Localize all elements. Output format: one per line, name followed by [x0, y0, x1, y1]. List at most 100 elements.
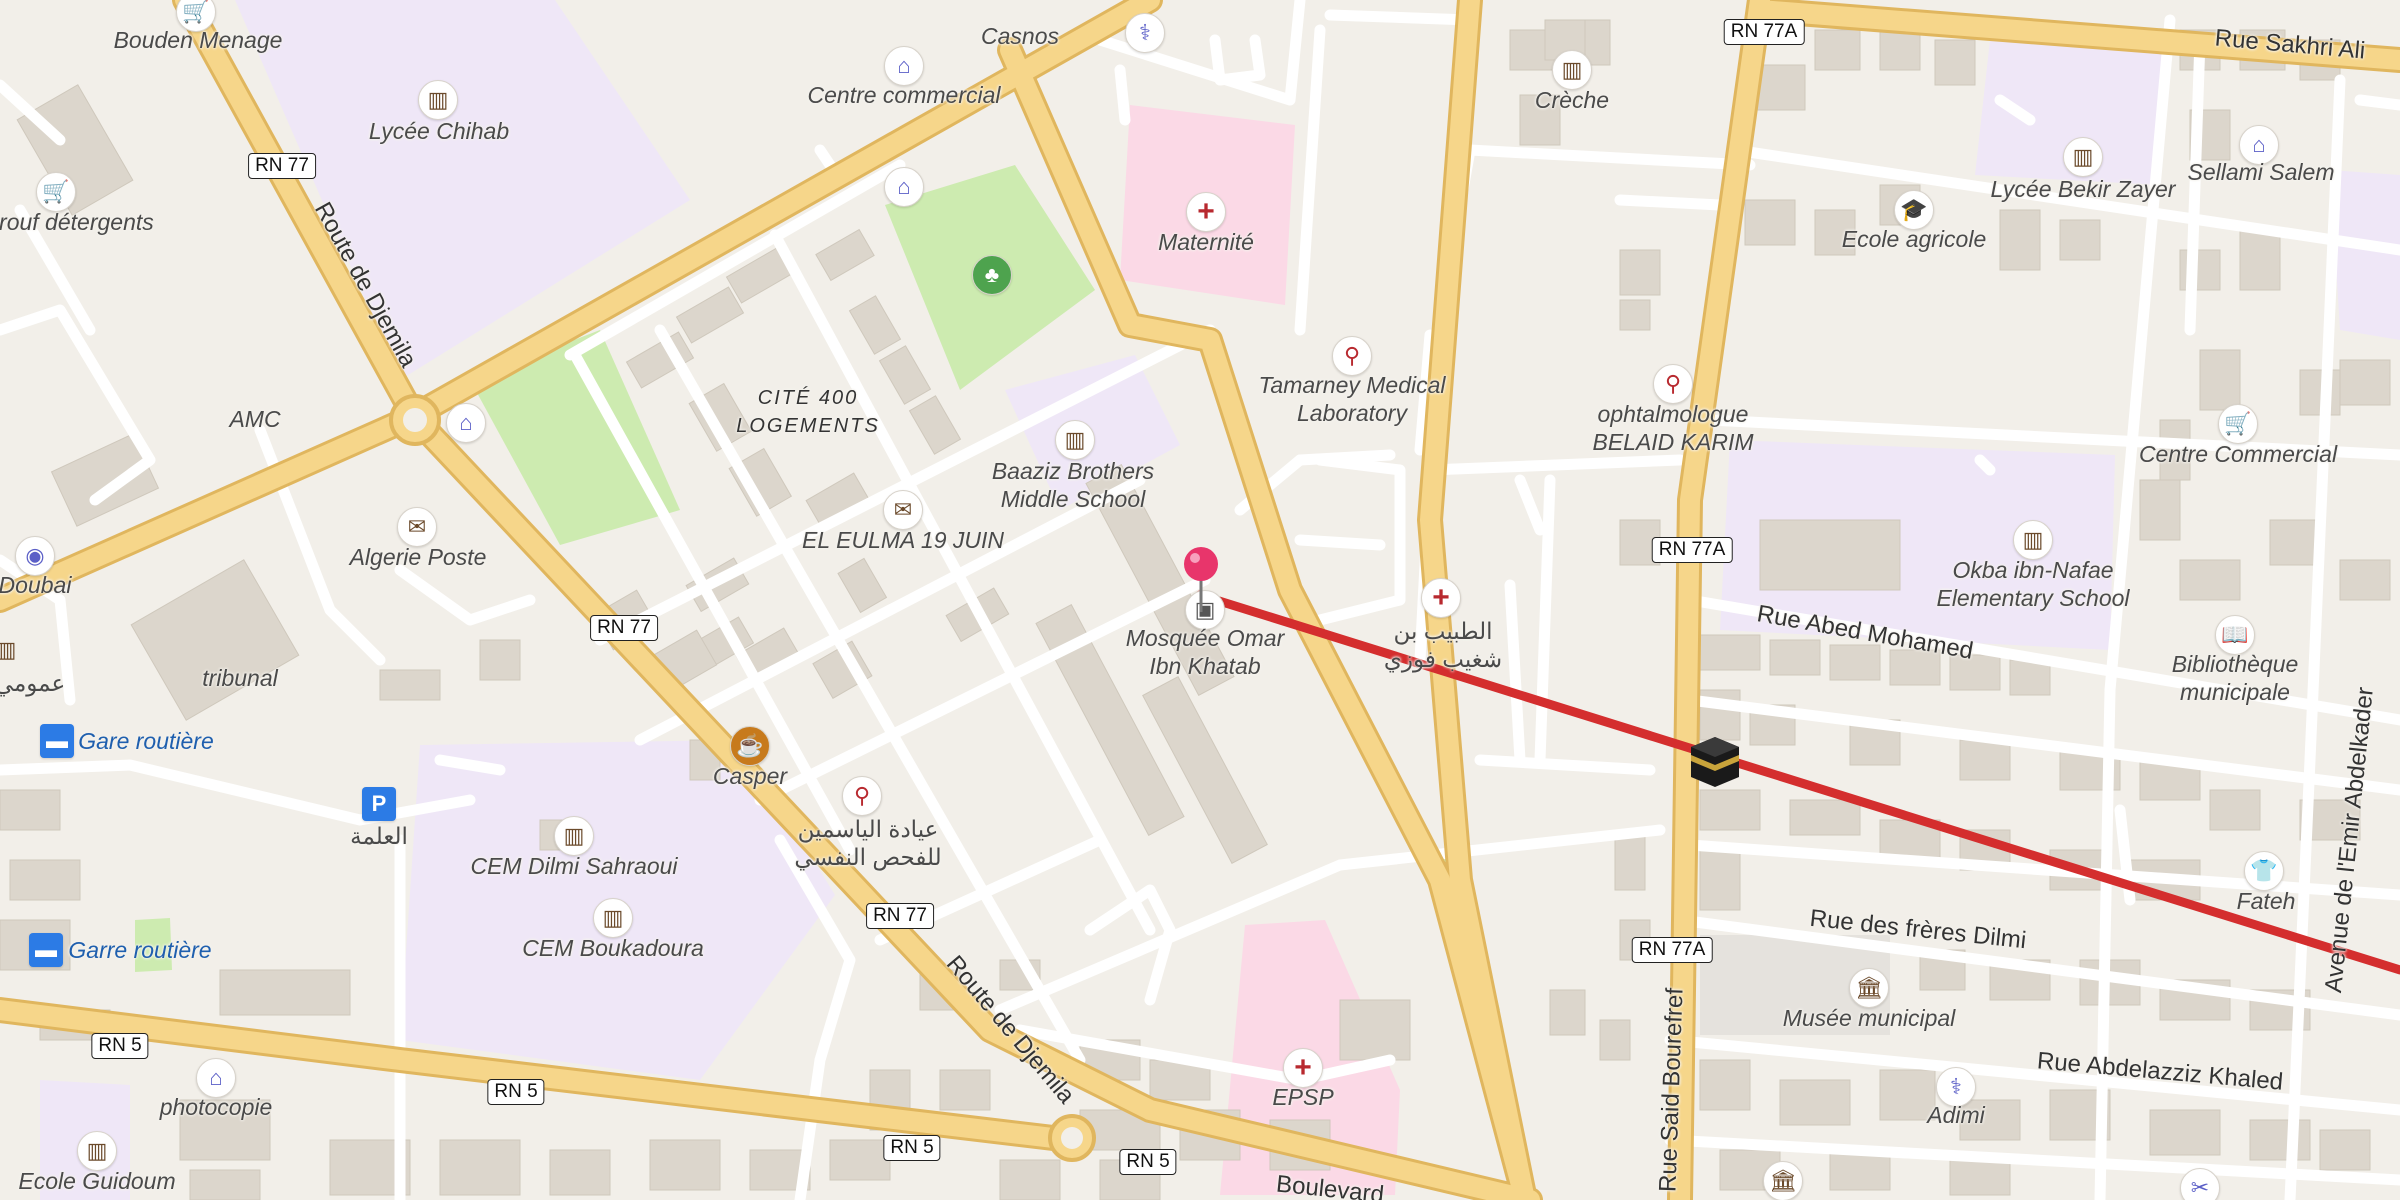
road-shield: RN 5 [487, 1079, 545, 1105]
district-label: CITÉ 400 LOGEMENTS [736, 387, 880, 437]
place-label: Lycée Chihab [368, 118, 510, 144]
tree-icon[interactable]: ♣ [972, 255, 1012, 295]
place-label: Crèche [1534, 87, 1610, 113]
place-label: Bibliothèque municipale [2171, 651, 2299, 705]
residential-road [1294, 24, 1326, 336]
place-label: Baaziz Brothers Middle School [991, 458, 1155, 512]
roundabout-island [1061, 1127, 1083, 1149]
shopping-basket-icon[interactable]: ⌂ [884, 46, 924, 86]
pin-graphic [1184, 547, 1218, 612]
school-icon[interactable]: ▥ [77, 1131, 117, 1171]
laboratory-icon[interactable]: ⚲ [1332, 336, 1372, 376]
place-label: Algerie Poste [349, 544, 487, 570]
road-shield: RN 77 [590, 615, 658, 641]
place-label: CEM Boukadoura [522, 935, 704, 961]
place-label: arouf détergents [0, 209, 154, 235]
museum-icon[interactable]: 🏛 [1763, 1161, 1803, 1200]
hospital-icon[interactable]: + [1283, 1048, 1323, 1088]
road-shield: RN 77 [248, 153, 316, 179]
residential-road [1294, 534, 1386, 551]
laboratory-icon[interactable]: ⚲ [842, 776, 882, 816]
residential-road [1114, 64, 1131, 126]
residential-road [1614, 194, 1726, 211]
map-view[interactable]: RN 77 RN 77 RN 77 RN 5 RN 5 RN 5 RN 5 RN… [0, 0, 2400, 1200]
school-icon[interactable]: ▥ [593, 898, 633, 938]
road-shield: RN 77A [1651, 537, 1733, 563]
place-label: عيادة الياسمين للفحص النفسي [794, 816, 942, 870]
place-label: ophtalmologue BELAID KARIM [1592, 401, 1754, 455]
clothes-icon[interactable]: 👕 [2244, 851, 2284, 891]
place-label: photocopie [159, 1094, 273, 1120]
residential-road [1504, 579, 1526, 766]
residential-road [394, 564, 536, 626]
place-label: Bouden Menage [113, 27, 283, 53]
place-label: العلمة [350, 823, 408, 849]
residential-road [1324, 9, 1476, 26]
kaaba-icon[interactable] [1689, 733, 1741, 789]
school-icon[interactable]: ▥ [1055, 420, 1095, 460]
place-label: Tamarney Medical Laboratory [1258, 372, 1446, 426]
residential-road [1424, 454, 1686, 476]
residential-road [1209, 34, 1266, 86]
place-label: عمومي [0, 670, 66, 696]
road-shield: RN 77A [1631, 937, 1713, 963]
place-label: Okba ibn-Nafae Elementary School [1936, 557, 2130, 611]
camera-icon[interactable]: ◉ [15, 536, 55, 576]
residential-road [1514, 474, 1546, 536]
shopping-basket-icon[interactable]: ⌂ [446, 403, 486, 443]
laboratory-icon[interactable]: ⚲ [1653, 364, 1693, 404]
residential-road [1294, 449, 1396, 466]
post-office-icon[interactable]: ✉ [883, 490, 923, 530]
parking-icon[interactable]: P [362, 787, 396, 821]
roundabout-island [403, 408, 427, 432]
place-label: Casper [712, 763, 788, 789]
place-label: AMC [229, 406, 281, 432]
place-label: الطبيب بن شغيب فوزي [1383, 618, 1503, 672]
residential-road [1474, 754, 1656, 776]
place-label: Centre Commercial [2138, 441, 2338, 467]
residential-road [1974, 454, 1996, 476]
hospital-icon[interactable]: + [1421, 578, 1461, 618]
shopping-basket-icon[interactable]: ⌂ [884, 167, 924, 207]
place-label: EL EULMA 19 JUIN [802, 527, 1004, 553]
place-label: Maternité [1158, 229, 1254, 255]
hospital-icon[interactable]: + [1186, 192, 1226, 232]
road-shield: RN 5 [883, 1135, 941, 1161]
place-label: Ecole Guidoum [18, 1168, 176, 1194]
museum-icon[interactable]: 🏛 [1849, 968, 1889, 1008]
place-label: Doubai [0, 572, 72, 598]
school-icon[interactable]: ▥ [1552, 50, 1592, 90]
place-label: Musée municipal [1782, 1005, 1956, 1031]
shopping-basket-icon[interactable]: ⌂ [196, 1058, 236, 1098]
place-label: Centre commercial [807, 82, 1001, 108]
transit-label: Gare routière [78, 728, 214, 754]
place-label: Sellami Salem [2187, 159, 2335, 185]
road-shield: RN 77A [1723, 19, 1805, 45]
cafe-icon[interactable]: ☕ [730, 726, 770, 766]
place-label: Adimi [1927, 1102, 1985, 1128]
bus-stop-icon[interactable]: ▬ [40, 724, 74, 758]
school-icon[interactable]: ▥ [418, 80, 458, 120]
residential-road [1464, 144, 1756, 171]
place-label: tribunal [202, 665, 278, 691]
place-label: Casnos [981, 23, 1059, 49]
place-label: EPSP [1272, 1084, 1334, 1110]
school-area [2330, 170, 2400, 340]
place-label: Fateh [2236, 888, 2296, 914]
bus-stop-icon[interactable]: ▬ [29, 933, 63, 967]
school-icon[interactable]: ▥ [2063, 137, 2103, 177]
school-icon[interactable]: ▥ [2013, 520, 2053, 560]
place-label: Lycée Bekir Zayer [1990, 176, 2176, 202]
school-icon[interactable]: ▥ [554, 816, 594, 856]
library-icon[interactable]: 📖 [2215, 615, 2255, 655]
shopping-cart-icon[interactable]: 🛒 [2218, 404, 2258, 444]
place-label: CEM Dilmi Sahraoui [470, 853, 678, 879]
residential-road [2354, 94, 2400, 111]
hairdresser-icon[interactable]: ✂ [2180, 1168, 2220, 1200]
post-office-icon[interactable]: ✉ [397, 507, 437, 547]
shopping-cart-icon[interactable]: 🛒 [36, 172, 76, 212]
road-shield: RN 5 [1119, 1149, 1177, 1175]
place-label: Mosquée Omar Ibn Khatab [1125, 625, 1285, 679]
university-icon[interactable]: 🎓 [1894, 190, 1934, 230]
pharmacy-icon[interactable]: ⚕ [1125, 13, 1165, 53]
